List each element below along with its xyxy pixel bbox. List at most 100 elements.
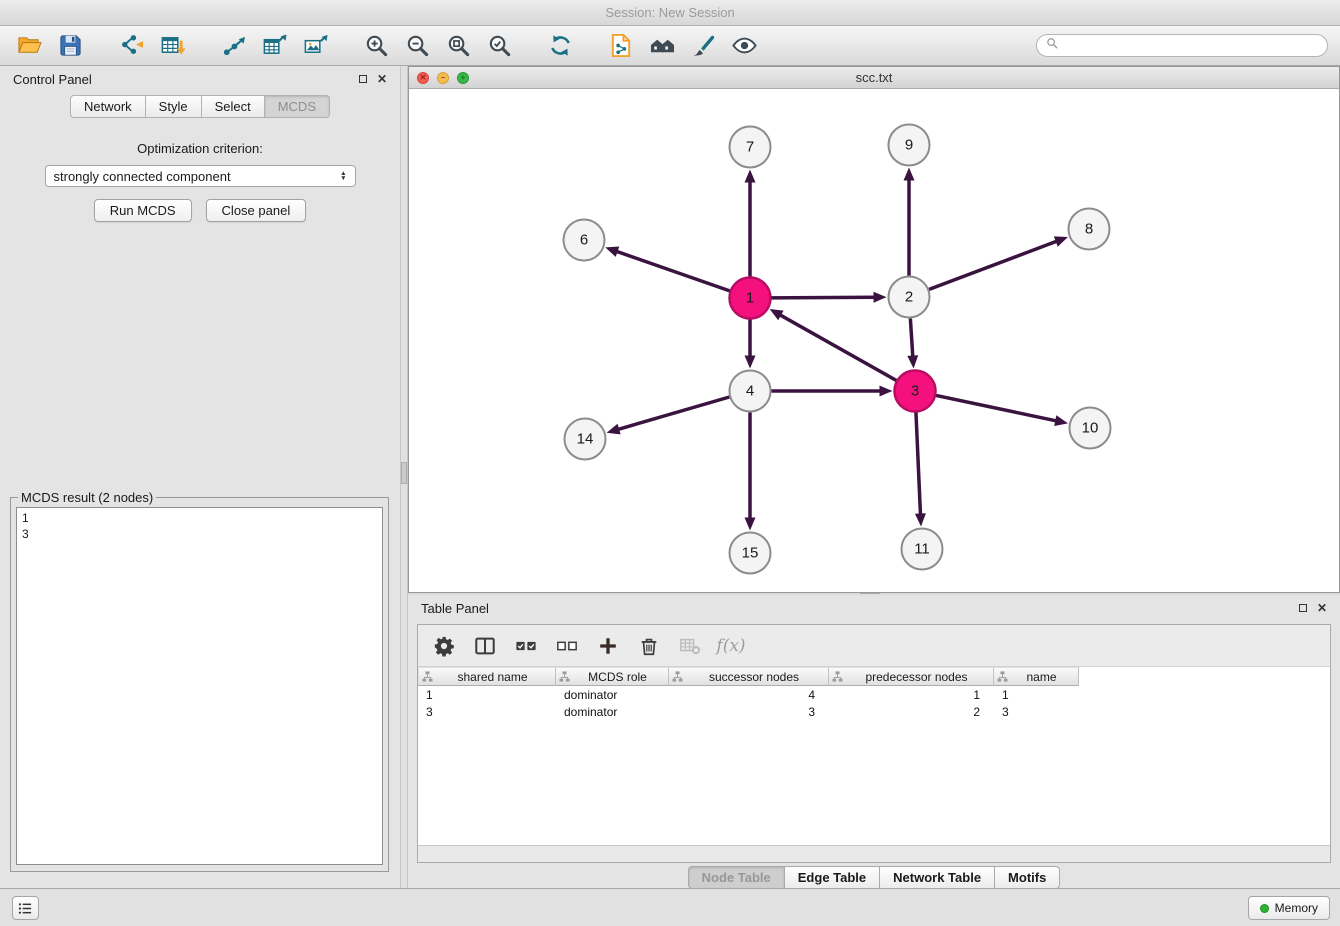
graph-node-14[interactable]: 14 xyxy=(565,419,606,460)
graph-node-8[interactable]: 8 xyxy=(1069,209,1110,250)
deselect-all-icon[interactable] xyxy=(554,633,580,659)
column-header-predecessor-nodes[interactable]: predecessor nodes xyxy=(829,667,994,686)
toolbar-icon-group xyxy=(12,31,761,61)
graph-node-11[interactable]: 11 xyxy=(902,529,943,570)
refresh-icon[interactable] xyxy=(543,31,577,61)
column-layout-icon[interactable] xyxy=(472,633,498,659)
tab-mcds[interactable]: MCDS xyxy=(264,95,330,118)
graph-edge-3-1[interactable] xyxy=(770,309,897,380)
table-panel-body: f(x) shared nameMCDS rolesuccessor nodes… xyxy=(417,624,1331,863)
vertical-splitter-handle[interactable] xyxy=(401,462,407,484)
search-input[interactable] xyxy=(1064,39,1318,53)
tab-select[interactable]: Select xyxy=(201,95,264,118)
network-title: scc.txt xyxy=(856,70,893,85)
graph-edge-2-9[interactable] xyxy=(904,168,915,276)
graph-node-1[interactable]: 1 xyxy=(730,278,771,319)
network-window-titlebar[interactable]: ✕ − + scc.txt xyxy=(409,67,1339,89)
zoom-out-icon[interactable] xyxy=(400,31,434,61)
run-mcds-button[interactable]: Run MCDS xyxy=(94,199,192,222)
graph-edge-2-8[interactable] xyxy=(929,236,1068,289)
window-minimize-icon[interactable]: − xyxy=(437,72,449,84)
graph-edge-3-10[interactable] xyxy=(936,395,1068,426)
tab-network[interactable]: Network xyxy=(70,95,145,118)
graph-edge-1-7[interactable] xyxy=(745,170,756,277)
toolbar-separator xyxy=(339,33,352,59)
graph-node-6[interactable]: 6 xyxy=(564,220,605,261)
graph-node-10[interactable]: 10 xyxy=(1070,408,1111,449)
close-panel-button[interactable]: Close panel xyxy=(206,199,307,222)
column-header-name[interactable]: name xyxy=(994,667,1079,686)
close-table-panel-icon[interactable]: ✕ xyxy=(1317,602,1327,614)
graph-edge-4-14[interactable] xyxy=(607,397,730,434)
traffic-lights: ✕ − + xyxy=(417,72,469,84)
export-network-icon[interactable] xyxy=(216,31,250,61)
table-row[interactable]: 1dominator411 xyxy=(418,686,1079,703)
table-panel: Table Panel ✕ f(x) shared nameMCDS roles… xyxy=(408,595,1340,888)
graph-edge-1-6[interactable] xyxy=(605,247,729,291)
home-icon[interactable] xyxy=(645,31,679,61)
table-panel-header: Table Panel ✕ xyxy=(408,595,1340,621)
tab-network-table[interactable]: Network Table xyxy=(880,866,995,889)
mcds-result-box[interactable]: 13 xyxy=(16,507,383,865)
svg-text:3: 3 xyxy=(911,383,919,400)
svg-text:4: 4 xyxy=(746,383,754,400)
table-cell: dominator xyxy=(556,703,669,720)
network-snapshot-icon[interactable] xyxy=(604,31,638,61)
window-zoom-icon[interactable]: + xyxy=(457,72,469,84)
select-all-icon[interactable] xyxy=(513,633,539,659)
column-header-successor-nodes[interactable]: successor nodes xyxy=(669,667,829,686)
float-table-panel-icon[interactable] xyxy=(1299,604,1307,612)
graph-node-3[interactable]: 3 xyxy=(895,371,936,412)
memory-button[interactable]: Memory xyxy=(1248,896,1330,920)
graph-node-7[interactable]: 7 xyxy=(730,127,771,168)
optimization-dropdown[interactable]: strongly connected component ▲▼ xyxy=(45,165,356,187)
float-panel-icon[interactable] xyxy=(359,75,367,83)
toolbar-separator xyxy=(94,33,107,59)
import-network-icon[interactable] xyxy=(114,31,148,61)
table-row[interactable]: 3dominator323 xyxy=(418,703,1079,720)
zoom-in-icon[interactable] xyxy=(359,31,393,61)
graph-edge-2-3[interactable] xyxy=(907,318,918,368)
chevron-updown-icon: ▲▼ xyxy=(340,171,346,182)
export-image-icon[interactable] xyxy=(298,31,332,61)
open-session-icon[interactable] xyxy=(12,31,46,61)
zoom-fit-icon[interactable] xyxy=(441,31,475,61)
tab-edge-table[interactable]: Edge Table xyxy=(785,866,880,889)
svg-text:11: 11 xyxy=(914,541,930,558)
export-table-icon[interactable] xyxy=(257,31,291,61)
window-close-icon[interactable]: ✕ xyxy=(417,72,429,84)
delete-table-icon xyxy=(677,633,703,659)
graph-node-4[interactable]: 4 xyxy=(730,371,771,412)
close-panel-icon[interactable]: ✕ xyxy=(377,73,387,85)
table-toolbar: f(x) xyxy=(418,625,1330,667)
svg-text:14: 14 xyxy=(577,431,594,448)
graph-edge-1-4[interactable] xyxy=(745,320,756,369)
tab-motifs[interactable]: Motifs xyxy=(995,866,1060,889)
search-icon xyxy=(1046,37,1059,55)
graph-node-15[interactable]: 15 xyxy=(730,533,771,574)
tab-style[interactable]: Style xyxy=(145,95,201,118)
toolbar-separator xyxy=(523,33,536,59)
graph-edge-3-11[interactable] xyxy=(915,412,926,526)
style-brush-icon[interactable] xyxy=(686,31,720,61)
tab-node-table[interactable]: Node Table xyxy=(688,866,785,889)
graph-edge-4-3[interactable] xyxy=(772,386,893,397)
settings-gear-icon[interactable] xyxy=(431,633,457,659)
zoom-selected-icon[interactable] xyxy=(482,31,516,61)
column-header-MCDS-role[interactable]: MCDS role xyxy=(556,667,669,686)
import-table-icon[interactable] xyxy=(155,31,189,61)
table-hscrollbar[interactable] xyxy=(418,845,1330,862)
search-box[interactable] xyxy=(1036,34,1328,57)
control-panel-tabs: NetworkStyleSelectMCDS xyxy=(0,95,400,118)
add-icon[interactable] xyxy=(595,633,621,659)
save-session-icon[interactable] xyxy=(53,31,87,61)
delete-row-icon[interactable] xyxy=(636,633,662,659)
graph-node-9[interactable]: 9 xyxy=(889,125,930,166)
graph-edge-4-15[interactable] xyxy=(745,413,756,531)
graph-node-2[interactable]: 2 xyxy=(889,277,930,318)
network-graph-canvas[interactable]: 7 9 6 8 1 2 4 3 14 10 15 11 xyxy=(409,89,1339,592)
column-header-shared-name[interactable]: shared name xyxy=(418,667,556,686)
graph-edge-1-2[interactable] xyxy=(771,292,886,303)
task-list-button[interactable] xyxy=(12,896,39,920)
eye-icon[interactable] xyxy=(727,31,761,61)
